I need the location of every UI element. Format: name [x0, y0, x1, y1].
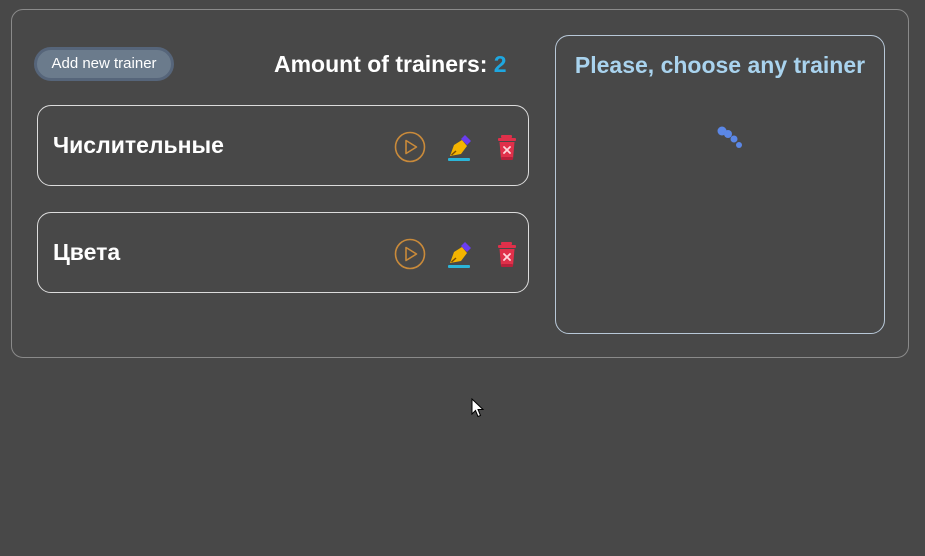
edit-icon[interactable]: [442, 237, 476, 271]
choose-trainer-prompt: Please, choose any trainer: [574, 52, 866, 78]
trainer-card[interactable]: Цвета: [37, 212, 529, 293]
edit-icon[interactable]: [442, 130, 476, 164]
delete-icon[interactable]: [490, 130, 524, 164]
delete-icon[interactable]: [490, 237, 524, 271]
mouse-cursor-icon: [471, 397, 485, 418]
trainer-preview-panel: Please, choose any trainer: [555, 35, 885, 334]
amount-label: Amount of trainers:: [274, 51, 488, 77]
trainer-name: Цвета: [53, 239, 121, 265]
amount-count: 2: [493, 51, 507, 77]
trainers-count: Amount of trainers: 2: [274, 51, 507, 78]
add-new-trainer-button[interactable]: Add new trainer: [34, 47, 174, 81]
play-icon[interactable]: [393, 237, 427, 271]
trainer-name: Числительные: [53, 132, 224, 158]
loading-spinner-icon: [716, 126, 748, 154]
play-icon[interactable]: [393, 130, 427, 164]
trainer-card[interactable]: Числительные: [37, 105, 529, 186]
